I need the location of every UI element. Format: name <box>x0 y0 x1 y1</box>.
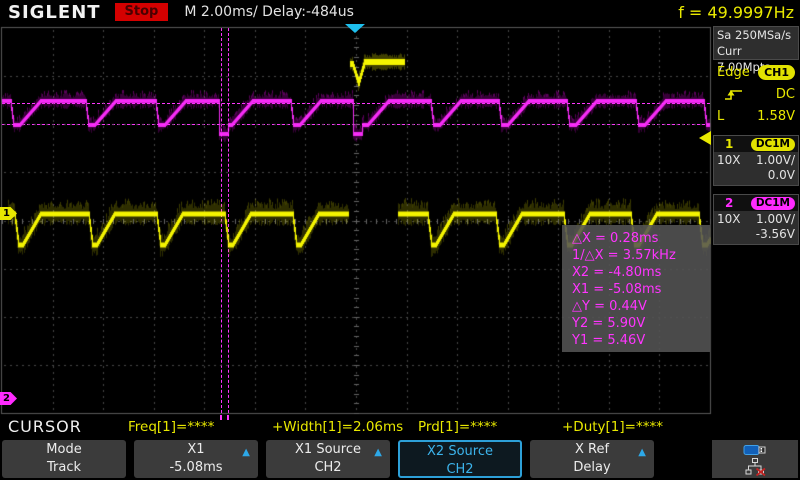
ch2-scale: 1.00V/ <box>756 212 795 227</box>
cursor-x1-indicator <box>220 415 222 420</box>
up-arrow-icon: ▲ <box>374 444 382 462</box>
trigger-mode-label: Edge <box>717 65 750 80</box>
trigger-coupling: DC <box>776 87 795 102</box>
softkey-value: Track <box>2 459 126 477</box>
acquisition-status-badge: Stop <box>115 3 169 21</box>
channel2-info[interactable]: 2 DC1M 10X 1.00V/ -3.56V <box>713 194 799 245</box>
cursor-inv-delta-x: 1/△X = 3.57kHz <box>572 247 710 264</box>
measurement-pwidth: +Width[1]=2.06ms <box>272 419 403 435</box>
sidebar: Sa 250MSa/s Curr 7.00Mpts Edge CH1 DC L … <box>712 24 800 415</box>
softkey-value: CH2 <box>400 461 520 479</box>
cursor-x1-value: X1 = -5.08ms <box>572 281 710 298</box>
trigger-frequency-readout: f = 49.9997Hz <box>678 3 794 22</box>
softkey-x2-source-button[interactable]: X2 Source CH2 <box>398 440 522 478</box>
ch1-offset: 0.0V <box>717 168 795 183</box>
softkey-title: X1 <box>134 441 258 459</box>
header-bar: SIGLENT Stop M 2.00ms/ Delay:-484us f = … <box>0 0 800 24</box>
acquisition-info: Sa 250MSa/s Curr 7.00Mpts <box>713 26 799 60</box>
cursor-y2-value: Y2 = 5.90V <box>572 315 710 332</box>
softkey-title: X2 Source <box>400 443 520 461</box>
softkey-menu: Mode Track ▲ X1 -5.08ms ▲ X1 Source CH2 … <box>0 440 800 478</box>
measurement-freq: Freq[1]=**** <box>128 419 214 435</box>
trigger-source-badge[interactable]: CH1 <box>758 65 795 80</box>
cursor-delta-x: △X = 0.28ms <box>572 230 710 247</box>
ch1-coupling-badge: DC1M <box>751 138 795 151</box>
measurement-duty: +Duty[1]=**** <box>562 419 663 435</box>
trigger-position-marker[interactable] <box>345 24 365 33</box>
active-menu-label: CURSOR <box>8 417 82 436</box>
trigger-level-value: 1.58V <box>757 109 795 124</box>
cursor-y1-value: Y1 = 5.46V <box>572 332 710 349</box>
softkey-title: X Ref <box>530 441 654 459</box>
ch2-offset: -3.56V <box>717 227 795 242</box>
measurement-period: Prd[1]=**** <box>418 419 497 435</box>
softkey-value: Delay <box>530 459 654 477</box>
channel1-info[interactable]: 1 DC1M 10X 1.00V/ 0.0V <box>713 135 799 186</box>
rising-edge-icon <box>723 88 745 102</box>
trigger-level-marker[interactable] <box>699 131 711 145</box>
waveform-area: 1 2 △X = 0.28ms 1/△X = 3.57kHz X2 = -4.8… <box>0 24 712 415</box>
ch1-probe: 10X <box>717 153 741 168</box>
cursor-x2-indicator <box>227 415 229 420</box>
softkey-mode-button[interactable]: Mode Track <box>2 440 126 478</box>
brand-logo: SIGLENT <box>8 2 101 23</box>
cursor-x2-value: X2 = -4.80ms <box>572 264 710 281</box>
ch2-coupling-badge: DC1M <box>751 197 795 210</box>
lan-disconnected-icon <box>745 458 766 476</box>
waveform-display <box>0 24 712 415</box>
ch1-number: 1 <box>717 137 733 151</box>
oscilloscope-screen: SIGLENT Stop M 2.00ms/ Delay:-484us f = … <box>0 0 800 480</box>
softkey-title: Mode <box>2 441 126 459</box>
ch1-scale: 1.00V/ <box>756 153 795 168</box>
softkey-x1-button[interactable]: ▲ X1 -5.08ms <box>134 440 258 478</box>
up-arrow-icon: ▲ <box>242 444 250 462</box>
softkey-x1-source-button[interactable]: ▲ X1 Source CH2 <box>266 440 390 478</box>
usb-icon <box>743 443 767 457</box>
ch2-probe: 10X <box>717 212 741 227</box>
trigger-level-label: L <box>717 109 724 124</box>
timebase-readout: M 2.00ms/ Delay:-484us <box>184 4 354 20</box>
softkey-title: X1 Source <box>266 441 390 459</box>
cursor-delta-y: △Y = 0.44V <box>572 298 710 315</box>
ch2-number: 2 <box>717 196 733 210</box>
softkey-xref-button[interactable]: ▲ X Ref Delay <box>530 440 654 478</box>
sample-rate: Sa 250MSa/s <box>717 27 798 43</box>
up-arrow-icon: ▲ <box>638 444 646 462</box>
softkey-value: -5.08ms <box>134 459 258 477</box>
io-status-panel <box>712 440 798 478</box>
measurement-bar: CURSOR Freq[1]=**** +Width[1]=2.06ms Prd… <box>0 415 712 438</box>
cursor-readout-panel: △X = 0.28ms 1/△X = 3.57kHz X2 = -4.80ms … <box>562 225 710 352</box>
softkey-value: CH2 <box>266 459 390 477</box>
